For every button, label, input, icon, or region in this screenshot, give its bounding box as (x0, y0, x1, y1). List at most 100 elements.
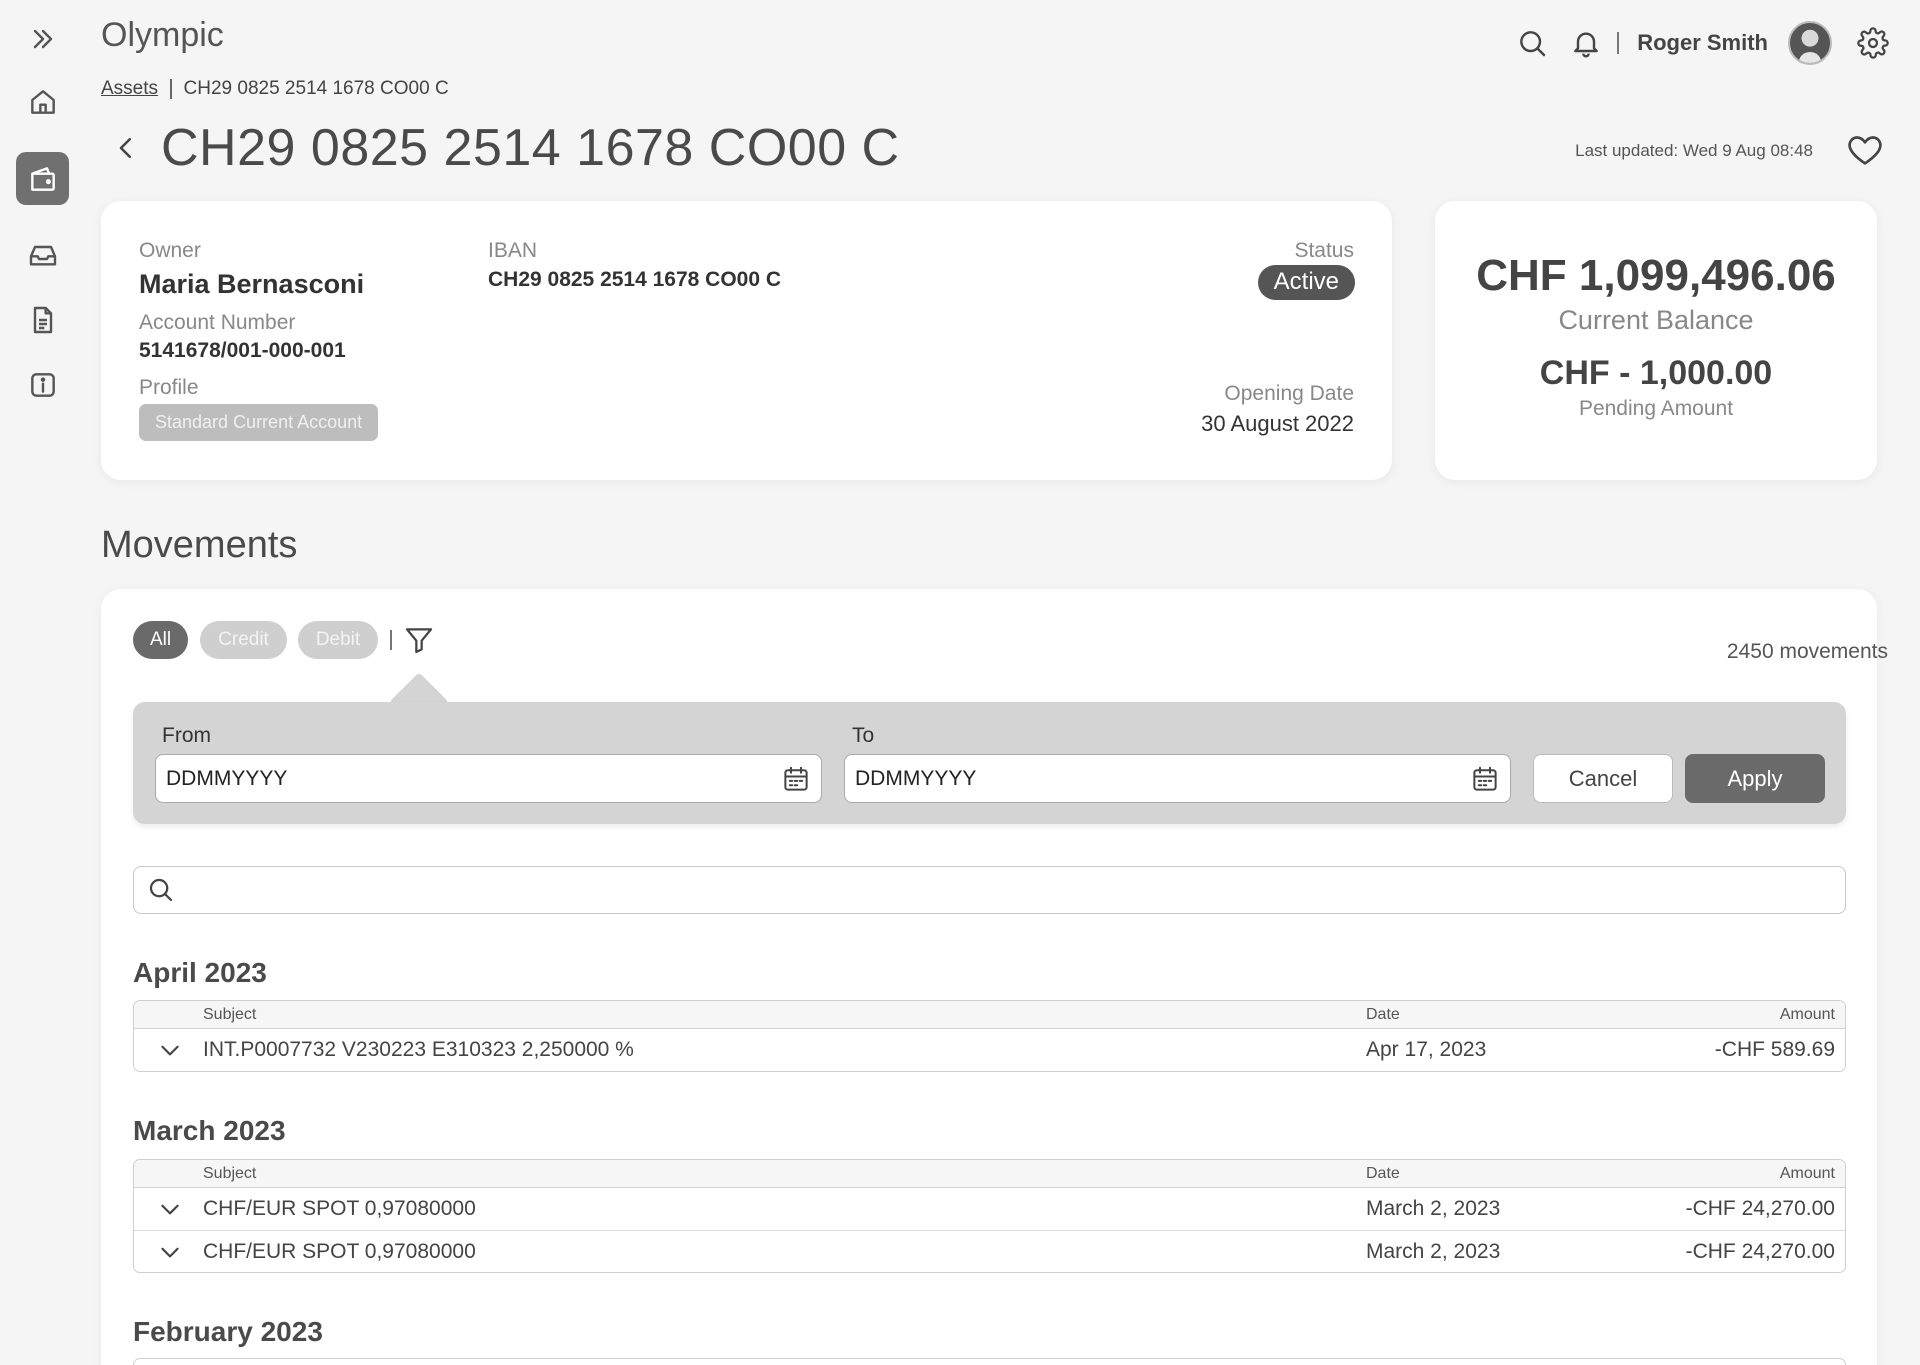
account-number-label: Account Number (139, 311, 296, 334)
last-updated: Last updated: Wed 9 Aug 08:48 (1575, 141, 1813, 160)
pending-amount-value: CHF - 1,000.00 (1539, 354, 1773, 392)
breadcrumb-divider (170, 79, 172, 99)
inbox-icon (29, 245, 56, 266)
breadcrumb: Assets CH29 0825 2514 1678 CO00 C (101, 78, 449, 100)
movements-table-march-2023: Subject Date Amount CHF/EUR SPOT 0,97080… (133, 1159, 1846, 1273)
status-value: Active (1257, 265, 1355, 300)
profile-value: Standard Current Account (139, 404, 379, 441)
row-date: March 2, 2023 (1366, 1197, 1501, 1220)
user-name[interactable]: Roger Smith (1637, 30, 1768, 56)
advanced-filter-button[interactable] (401, 622, 437, 658)
profile-badge: Standard Current Account (139, 404, 379, 441)
movements-table-february-2023 (133, 1358, 1846, 1365)
topbar-actions: Roger Smith (1505, 20, 1900, 66)
filter-all-button[interactable]: All (133, 621, 188, 659)
search-button[interactable] (1505, 20, 1559, 66)
chevron-down-icon (161, 1204, 179, 1215)
bell-icon (1574, 32, 1599, 58)
sidebar-item-home[interactable] (16, 75, 69, 128)
sidebar-item-wallet[interactable] (16, 152, 69, 205)
column-subject[interactable]: Subject (203, 1165, 256, 1183)
row-subject: INT.P0007732 V230223 E310323 2,250000 % (203, 1038, 634, 1061)
account-number-value: 5141678/001-000-001 (139, 339, 346, 362)
sidebar-item-inbox[interactable] (16, 228, 69, 281)
balance-card: CHF 1,099,496.06 Current Balance CHF - 1… (1435, 201, 1877, 480)
from-date-placeholder: DDMMYYYY (166, 766, 288, 790)
sidebar-item-info[interactable] (16, 358, 69, 411)
calendar-icon[interactable] (781, 764, 811, 794)
breadcrumb-current: CH29 0825 2514 1678 CO00 C (183, 78, 449, 99)
month-header-february-2023: February 2023 (133, 1316, 323, 1347)
opening-date-label: Opening Date (1224, 382, 1354, 405)
sidebar (0, 0, 86, 1365)
chevron-down-icon (161, 1045, 179, 1056)
heart-icon (1848, 136, 1882, 165)
table-header: Subject Date Amount (134, 1160, 1845, 1188)
expand-row-button[interactable] (156, 1238, 184, 1266)
wallet-icon (30, 166, 55, 191)
movements-search[interactable] (133, 866, 1846, 914)
calendar-icon[interactable] (1470, 764, 1500, 794)
expand-row-button[interactable] (156, 1195, 184, 1223)
favorite-button[interactable] (1842, 127, 1888, 173)
month-header-march-2023: March 2023 (133, 1115, 286, 1146)
info-icon (30, 372, 55, 397)
apply-button[interactable]: Apply (1685, 754, 1825, 803)
back-button[interactable] (101, 118, 151, 178)
profile-label: Profile (139, 376, 199, 399)
from-date-input[interactable]: DDMMYYYY (155, 754, 822, 803)
month-header-april-2023: April 2023 (133, 957, 267, 988)
iban-label: IBAN (488, 239, 538, 262)
settings-button[interactable] (1846, 20, 1900, 66)
funnel-icon (405, 628, 433, 654)
expand-row-button[interactable] (156, 1036, 184, 1064)
table-row[interactable]: INT.P0007732 V230223 E310323 2,250000 % … (134, 1029, 1845, 1071)
search-input[interactable] (186, 870, 1845, 910)
column-amount[interactable]: Amount (1780, 1165, 1835, 1183)
movements-table-april-2023: Subject Date Amount INT.P0007732 V230223… (133, 1000, 1846, 1072)
search-icon (1520, 31, 1546, 57)
document-icon (33, 306, 52, 333)
table-row[interactable]: CHF/EUR SPOT 0,97080000 March 2, 2023 -C… (134, 1188, 1845, 1230)
filter-debit-button[interactable]: Debit (298, 621, 378, 659)
row-amount: -CHF 589.69 (1714, 1038, 1835, 1061)
to-label: To (852, 724, 875, 747)
opening-date-value: 30 August 2022 (1201, 411, 1354, 436)
row-subject: CHF/EUR SPOT 0,97080000 (203, 1197, 476, 1220)
table-header: Subject Date Amount (134, 1001, 1845, 1029)
gear-icon (1857, 27, 1889, 59)
status-label: Status (1294, 239, 1354, 262)
status-badge: Active (1257, 265, 1355, 300)
row-amount: -CHF 24,270.00 (1685, 1239, 1835, 1263)
header-divider (1617, 32, 1620, 54)
to-date-input[interactable]: DDMMYYYY (844, 754, 1511, 803)
row-amount: -CHF 24,270.00 (1685, 1197, 1835, 1220)
expand-chevrons-icon (33, 29, 52, 48)
expand-sidebar-button[interactable] (16, 12, 69, 65)
to-date-placeholder: DDMMYYYY (855, 766, 977, 790)
table-row[interactable]: CHF/EUR SPOT 0,97080000 March 2, 2023 -C… (134, 1230, 1845, 1272)
row-subject: CHF/EUR SPOT 0,97080000 (203, 1239, 476, 1263)
owner-value: Maria Bernasconi (139, 269, 365, 299)
column-date[interactable]: Date (1366, 1165, 1400, 1183)
account-details-card: Owner Maria Bernasconi Account Number 51… (101, 201, 1392, 480)
column-subject[interactable]: Subject (203, 1006, 256, 1024)
chevron-down-icon (161, 1247, 179, 1257)
sidebar-item-documents[interactable] (16, 293, 69, 346)
avatar[interactable] (1788, 21, 1832, 65)
owner-label: Owner (139, 239, 201, 262)
cancel-button[interactable]: Cancel (1533, 754, 1673, 803)
movements-count: 2450 movements (1726, 640, 1888, 663)
row-date: Apr 17, 2023 (1366, 1038, 1487, 1061)
filter-credit-button[interactable]: Credit (200, 621, 287, 659)
breadcrumb-assets-link[interactable]: Assets (101, 78, 158, 100)
movements-title: Movements (101, 524, 298, 566)
iban-value: CH29 0825 2514 1678 CO00 C (488, 268, 782, 291)
column-date[interactable]: Date (1366, 1006, 1400, 1024)
pending-amount-label: Pending Amount (1578, 397, 1734, 420)
home-icon (30, 89, 55, 114)
notifications-button[interactable] (1559, 20, 1613, 66)
current-balance-label: Current Balance (1558, 305, 1754, 335)
column-amount[interactable]: Amount (1780, 1006, 1835, 1024)
search-icon (149, 878, 173, 902)
